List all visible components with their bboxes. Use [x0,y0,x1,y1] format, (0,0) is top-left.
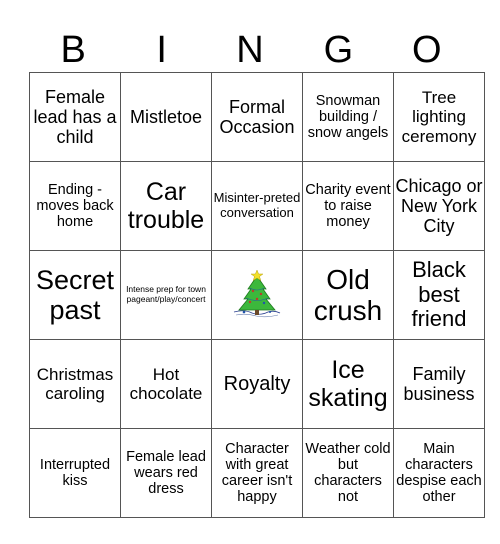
bingo-cell[interactable]: Ice skating [302,339,394,429]
header-letter-n: N [236,29,264,71]
bingo-cell[interactable]: Ending - moves back home [29,161,121,251]
bingo-cell[interactable]: Charity event to raise money [302,161,394,251]
bingo-cell[interactable]: Female lead wears red dress [120,428,212,518]
bingo-cell[interactable]: Old crush [302,250,394,340]
bingo-cell[interactable]: Mistletoe [120,72,212,162]
header-letter-b: B [60,29,86,71]
bingo-cell[interactable]: Car trouble [120,161,212,251]
board-row: Female lead has a child Mistletoe Formal… [29,72,485,162]
free-space-cell[interactable] [211,250,303,340]
bingo-board: Female lead has a child Mistletoe Formal… [29,72,485,518]
header-letter-o: O [412,29,442,71]
bingo-cell[interactable]: Chicago or New York City [393,161,485,251]
bingo-cell[interactable]: Misinter-preted conversation [211,161,303,251]
bingo-cell[interactable]: Female lead has a child [29,72,121,162]
bingo-cell[interactable]: Black best friend [393,250,485,340]
bingo-header: B I N G O [29,28,471,72]
header-letter-i: I [156,29,167,71]
bingo-cell[interactable]: Interrupted kiss [29,428,121,518]
bingo-cell[interactable]: Family business [393,339,485,429]
board-row: Interrupted kiss Female lead wears red d… [29,428,485,518]
bingo-cell[interactable]: Main characters despise each other [393,428,485,518]
bingo-cell[interactable]: Snowman building / snow angels [302,72,394,162]
board-row: Secret past Intense prep for town pagean… [29,250,485,340]
bingo-cell[interactable]: Christmas caroling [29,339,121,429]
bingo-cell[interactable]: Hot chocolate [120,339,212,429]
board-row: Christmas caroling Hot chocolate Royalty… [29,339,485,429]
bingo-cell[interactable]: Weather cold but characters not [302,428,394,518]
header-letter-g: G [323,29,354,71]
christmas-tree-icon [233,269,281,318]
board-row: Ending - moves back home Car trouble Mis… [29,161,485,251]
bingo-cell[interactable]: Secret past [29,250,121,340]
bingo-cell[interactable]: Character with great career isn't happy [211,428,303,518]
bingo-cell[interactable]: Royalty [211,339,303,429]
bingo-cell[interactable]: Tree lighting ceremony [393,72,485,162]
bingo-cell[interactable]: Intense prep for town pageant/play/conce… [120,250,212,340]
bingo-cell[interactable]: Formal Occasion [211,72,303,162]
